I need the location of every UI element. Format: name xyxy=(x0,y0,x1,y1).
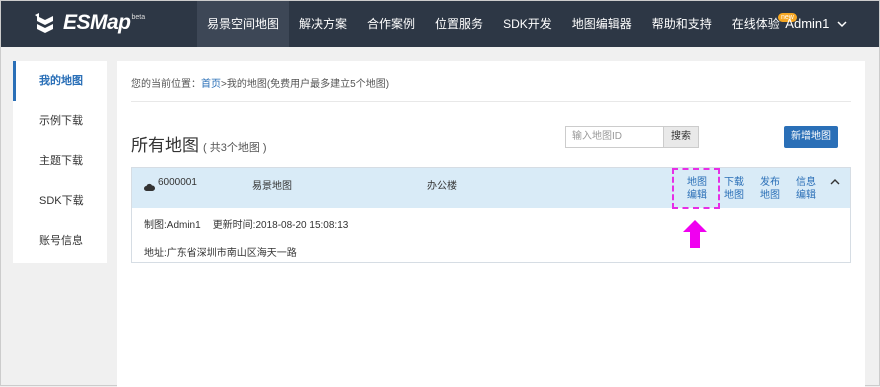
top-navbar: ESMap beta 易景空间地图 解决方案 合作案例 位置服务 SDK开发 地… xyxy=(1,1,879,47)
esmap-logo-icon xyxy=(33,12,57,34)
user-menu[interactable]: Admin1 xyxy=(785,1,847,47)
add-map-button[interactable]: 新增地图 xyxy=(784,126,838,148)
map-creator: 制图:Admin1 xyxy=(144,220,201,231)
chevron-up-icon[interactable] xyxy=(829,174,841,185)
map-id-search-input[interactable]: 输入地图ID xyxy=(565,126,675,148)
breadcrumb-prefix: 您的当前位置： xyxy=(131,79,201,90)
page-title-text: 所有地图 xyxy=(131,136,199,155)
publish-map-link-line1: 发布 xyxy=(760,177,780,188)
logo-beta-badge: beta xyxy=(131,13,146,21)
search-button[interactable]: 搜索 xyxy=(663,126,699,148)
map-meta: 制图:Admin1 更新时间:2018-08-20 15:08:13 xyxy=(144,216,348,231)
logo[interactable]: ESMap beta xyxy=(33,11,145,35)
map-updated: 更新时间:2018-08-20 15:08:13 xyxy=(212,220,349,231)
edit-info-link-line2: 编辑 xyxy=(796,190,816,201)
sidebar-item-my-maps[interactable]: 我的地图 xyxy=(13,61,107,101)
map-id: 6000001 xyxy=(158,177,197,188)
nav-item-cases[interactable]: 合作案例 xyxy=(357,1,425,47)
cloud-icon xyxy=(144,178,156,191)
publish-map-link[interactable]: 发布 地图 xyxy=(756,176,784,202)
nav-item-solutions[interactable]: 解决方案 xyxy=(289,1,357,47)
map-type: 办公楼 xyxy=(427,181,457,192)
chevron-down-icon xyxy=(837,1,847,47)
divider xyxy=(131,101,851,102)
page-title: 所有地图 ( 共3个地图 ) xyxy=(131,131,267,156)
nav-item-online-demo-label: 在线体验 xyxy=(731,17,780,31)
nav-item-online-demo[interactable]: 在线体验 new xyxy=(722,1,797,47)
map-name: 易景地图 xyxy=(252,181,292,192)
map-card: 6000001 易景地图 办公楼 地图 编辑 下载 地图 发布 地图 信息 编辑 xyxy=(131,167,851,263)
main-panel: 您的当前位置：首页>我的地图(免费用户最多建立5个地图) 所有地图 ( 共3个地图… xyxy=(117,61,865,387)
download-map-link-line1: 下载 xyxy=(724,177,744,188)
edit-info-link-line1: 信息 xyxy=(796,177,816,188)
sidebar-item-account[interactable]: 账号信息 xyxy=(13,221,107,261)
nav-item-help[interactable]: 帮助和支持 xyxy=(642,1,722,47)
edit-info-link[interactable]: 信息 编辑 xyxy=(792,176,820,202)
highlight-box xyxy=(672,168,720,209)
logo-text: ESMap xyxy=(63,11,131,34)
download-map-link-line2: 地图 xyxy=(724,190,744,201)
sidebar-item-theme-download[interactable]: 主题下载 xyxy=(13,141,107,181)
breadcrumb: 您的当前位置：首页>我的地图(免费用户最多建立5个地图) xyxy=(131,75,389,90)
breadcrumb-home-link[interactable]: 首页 xyxy=(201,79,221,90)
breadcrumb-current: >我的地图(免费用户最多建立5个地图) xyxy=(221,79,390,90)
map-card-header: 6000001 易景地图 办公楼 地图 编辑 下载 地图 发布 地图 信息 编辑 xyxy=(132,168,850,208)
nav-item-location-service[interactable]: 位置服务 xyxy=(425,1,493,47)
main-nav: 易景空间地图 解决方案 合作案例 位置服务 SDK开发 地图编辑器 帮助和支持 … xyxy=(197,1,797,47)
sidebar-item-sdk-download[interactable]: SDK下载 xyxy=(13,181,107,221)
nav-item-map-editor[interactable]: 地图编辑器 xyxy=(562,1,642,47)
sidebar: 我的地图 示例下载 主题下载 SDK下载 账号信息 xyxy=(13,61,107,263)
map-count: ( 共3个地图 ) xyxy=(203,142,267,154)
publish-map-link-line2: 地图 xyxy=(760,190,780,201)
nav-item-sdk[interactable]: SDK开发 xyxy=(493,1,562,47)
download-map-link[interactable]: 下载 地图 xyxy=(720,176,748,202)
nav-item-spatial-map[interactable]: 易景空间地图 xyxy=(197,1,290,47)
map-address: 地址:广东省深圳市南山区海天一路 xyxy=(144,248,297,259)
arrow-up-icon xyxy=(683,220,707,248)
sidebar-item-sample-download[interactable]: 示例下载 xyxy=(13,101,107,141)
username: Admin1 xyxy=(785,16,830,31)
